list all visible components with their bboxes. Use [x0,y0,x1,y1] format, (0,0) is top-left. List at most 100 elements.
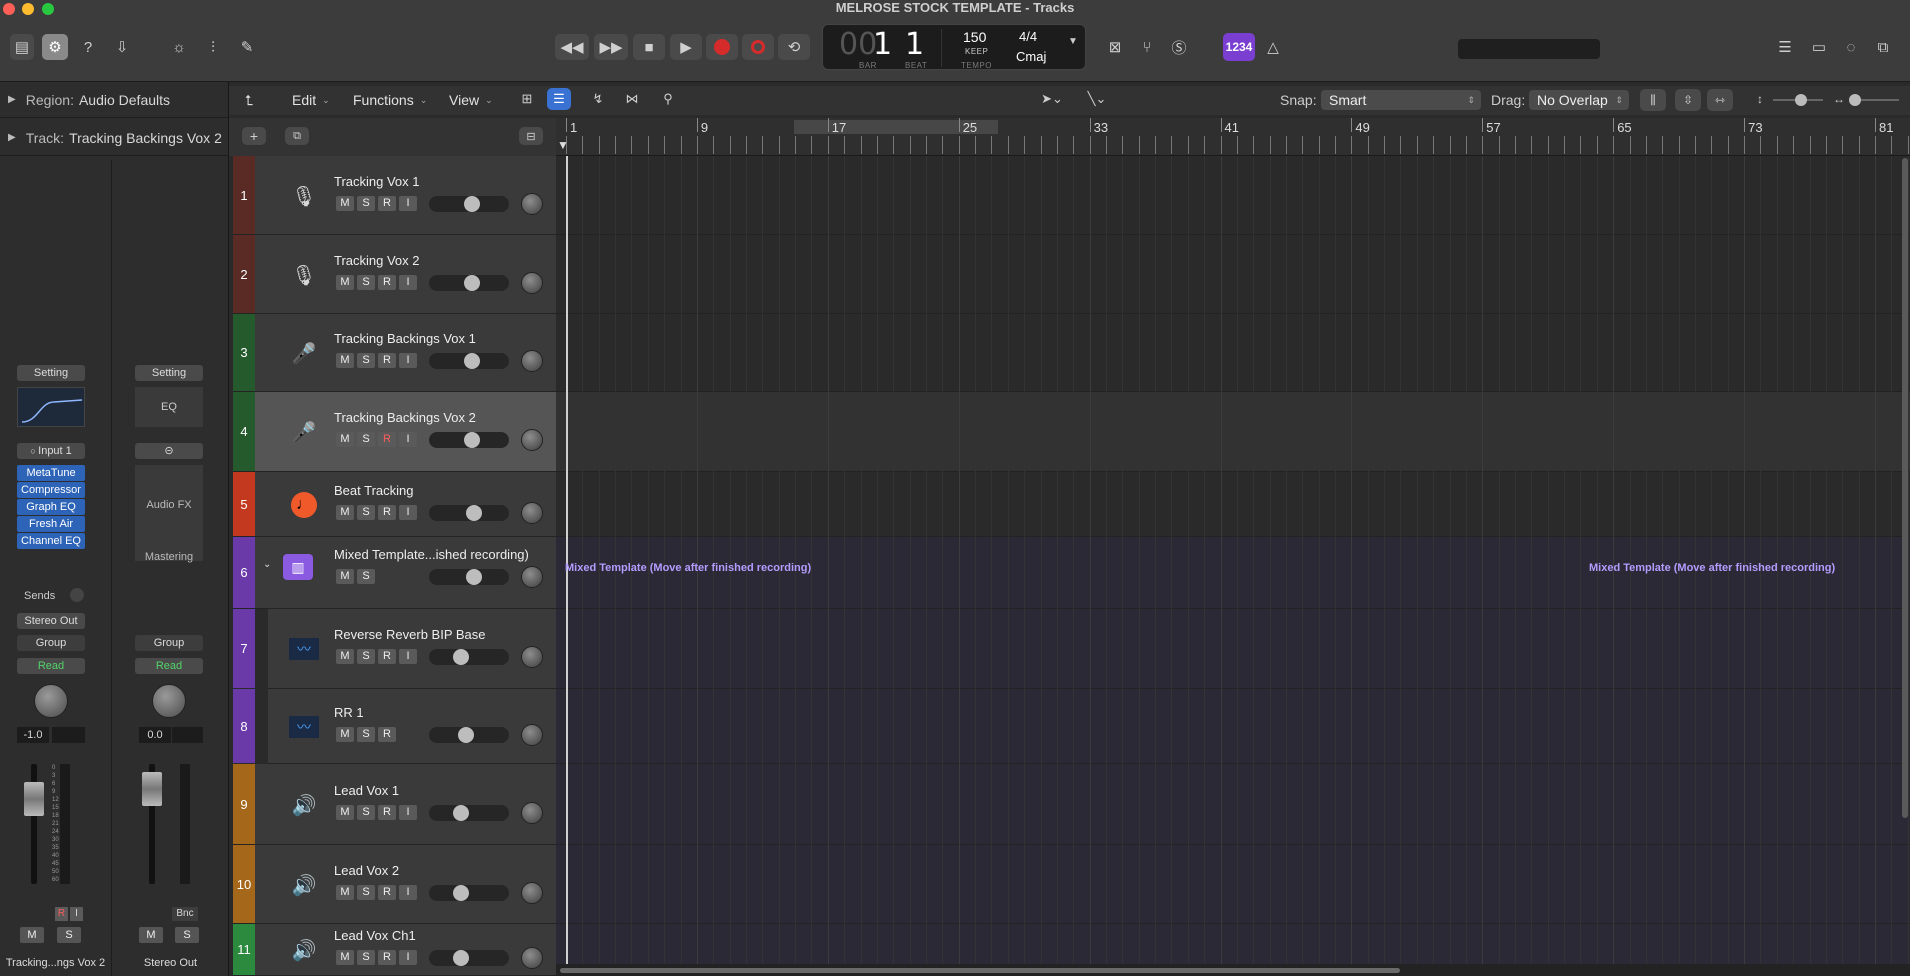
editors-icon[interactable]: ✎ [234,34,260,60]
track-number[interactable]: 3 [233,314,255,391]
low-latency-icon[interactable]: ⊠ [1102,34,1128,60]
track-header[interactable]: 8 〰 RR 1 MSR [233,689,556,764]
edit-menu[interactable]: Edit ⌄ [292,89,330,111]
track-name[interactable]: Reverse Reverb BIP Base [334,627,486,642]
input-slot[interactable]: ○ Input 1 [17,443,85,459]
volume-slider[interactable] [429,805,509,821]
track-header[interactable]: 4 🎤 Tracking Backings Vox 2 MSRI [233,392,556,472]
record-button[interactable] [706,34,738,60]
volume-slider[interactable] [429,649,509,665]
volume-slider-knob[interactable] [453,805,469,821]
input-monitor-button[interactable]: I [399,432,417,447]
track-name[interactable]: Mixed Template...ished recording) [334,547,529,562]
mute-button[interactable]: M [336,505,354,520]
automation-mode[interactable]: Read [17,658,85,674]
track-header[interactable]: 7 〰 Reverse Reverb BIP Base M S R I [233,609,556,689]
track-number[interactable]: 5 [233,472,255,536]
grid-view-icon[interactable]: ⊞ [516,88,538,110]
pan-knob[interactable] [521,350,543,372]
flex-icon[interactable]: ⋈ [621,88,643,110]
volume-slider[interactable] [429,885,509,901]
mixer-icon[interactable]: ⫶ [200,34,226,60]
volume-slider[interactable] [429,275,509,291]
track-name[interactable]: Tracking Backings Vox 2 [334,410,476,425]
record-enable-button[interactable]: R [55,907,68,921]
mute-button[interactable]: M [336,727,354,742]
volume-slider[interactable] [429,950,509,966]
volume-slider-knob[interactable] [453,885,469,901]
volume-slider[interactable] [429,432,509,448]
solo-button[interactable]: S [357,505,375,520]
send-knob[interactable] [70,588,84,602]
volume-fader-cap[interactable] [24,782,44,816]
folder-region-label[interactable]: Mixed Template (Move after finished reco… [1589,562,1835,574]
mute-button[interactable]: M [336,569,354,584]
mute-button[interactable]: M [336,196,354,211]
volume-slider-knob[interactable] [466,569,482,585]
volume-slider-knob[interactable] [464,432,480,448]
solo-button[interactable]: S [357,432,375,447]
playhead[interactable] [566,156,568,964]
region-inspector-header[interactable]: ▶ Region: Audio Defaults [0,82,229,118]
input-monitor-button[interactable]: I [399,196,417,211]
folder-disclosure-icon[interactable]: ⌄ [263,559,271,570]
scrollbar-thumb[interactable] [560,968,1400,973]
list-view-icon[interactable]: ☰ [547,88,571,110]
record-enable-button[interactable]: R [378,505,396,520]
track-lane[interactable] [556,235,1910,314]
solo-button[interactable]: S [357,727,375,742]
notepad-icon[interactable]: ▭ [1806,34,1832,60]
volume-slider-knob[interactable] [458,727,474,743]
plugin-slot[interactable]: MetaTune [17,465,85,481]
track-lane[interactable] [556,392,1910,472]
mute-button[interactable]: M [336,432,354,447]
metronome-icon[interactable]: △ [1260,34,1286,60]
track-lane[interactable] [556,156,1910,235]
pointer-tool-icon[interactable]: ➤⌄ [1032,88,1072,110]
track-header[interactable]: 11 🔊 Lead Vox Ch1 M S R I [233,924,556,976]
setting-button[interactable]: Setting [135,365,203,381]
functions-menu[interactable]: Functions ⌄ [353,89,427,111]
solo-button[interactable]: S [57,927,81,943]
input-monitor-button[interactable]: I [70,907,83,921]
mute-button[interactable]: M [336,885,354,900]
pan-knob[interactable] [521,502,543,524]
bounce-button[interactable]: Bnc [172,907,198,921]
vertical-scrollbar-thumb[interactable] [1902,158,1908,818]
record-enable-button[interactable]: R [378,649,396,664]
track-header[interactable]: 1 🎙 Tracking Vox 1 MSRI [233,156,556,235]
mute-button[interactable]: M [20,927,44,943]
track-number[interactable]: 11 [233,924,255,975]
input-monitor-button[interactable]: I [399,805,417,820]
track-lane[interactable] [556,924,1910,964]
quick-help-icon[interactable]: ? [76,34,100,60]
solo-button[interactable]: S [357,885,375,900]
pencil-tool-icon[interactable]: ╲⌄ [1077,88,1117,110]
volume-slider-knob[interactable] [464,275,480,291]
group-slot[interactable]: Group [135,635,203,651]
loop-browser-icon[interactable]: ◌ [1838,34,1864,60]
record-enable-button[interactable]: R [378,353,396,368]
volume-fader-cap[interactable] [142,772,162,806]
bar-ruler[interactable]: 1 9 17 25 33 41 49 57 65 73 81 ▼ [556,118,1910,156]
track-header[interactable]: 5 ♩ Beat Tracking M S R I [233,472,556,537]
track-lane[interactable] [556,472,1910,537]
link-icon[interactable]: ⊝ [135,443,203,459]
track-header[interactable]: 9 🔊 Lead Vox 1 MSRI [233,764,556,845]
track-lane[interactable] [556,764,1910,845]
setting-button[interactable]: Setting [17,365,85,381]
duplicate-track-icon[interactable]: ⧉ [285,127,309,145]
record-enable-button[interactable]: R [378,950,396,965]
volume-readout[interactable]: 0.0 [139,727,171,743]
mute-button[interactable]: M [139,927,163,943]
volume-slider[interactable] [429,569,509,585]
track-number[interactable]: 7 [233,609,255,688]
add-track-button[interactable]: + [242,127,266,145]
automation-icon[interactable]: ↯ [587,88,609,110]
input-monitor-button[interactable]: I [399,649,417,664]
volume-slider-knob[interactable] [464,353,480,369]
track-name[interactable]: RR 1 [334,705,364,720]
track-number[interactable]: 10 [233,845,255,923]
record-enable-button[interactable]: R [378,885,396,900]
pan-knob[interactable] [152,684,186,718]
